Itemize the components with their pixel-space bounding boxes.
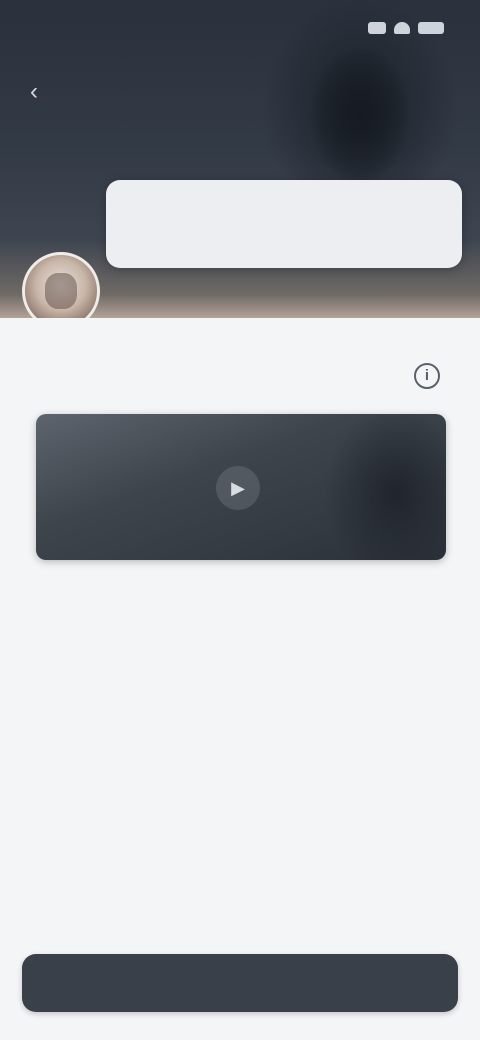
app-screen: ‹ i ▶ (0, 0, 480, 1040)
battery-icon (418, 22, 444, 34)
back-button[interactable]: ‹ (18, 76, 50, 108)
play-icon: ▶ (216, 466, 260, 510)
chevron-left-icon: ‹ (30, 78, 38, 105)
media-caption (56, 428, 316, 448)
hero-illustration (300, 50, 420, 180)
body-text (40, 580, 440, 840)
media-card[interactable]: ▶ (36, 414, 446, 560)
section-header: i (40, 358, 440, 394)
secondary-link[interactable] (130, 898, 350, 926)
speech-bubble (106, 180, 462, 268)
info-button[interactable]: i (414, 363, 440, 389)
primary-button[interactable] (22, 954, 458, 1012)
status-time (40, 20, 140, 40)
info-icon: i (424, 367, 430, 384)
signal-icon (368, 22, 386, 34)
wifi-icon (394, 22, 410, 34)
content-card: i ▶ (0, 318, 480, 1040)
status-icons (368, 22, 444, 34)
